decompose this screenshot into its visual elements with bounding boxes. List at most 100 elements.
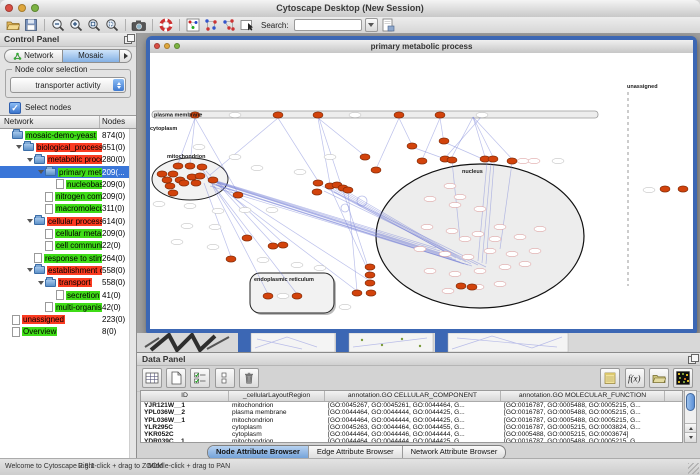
scrollbar-thumb[interactable] [686,393,695,411]
file-icon [34,253,42,263]
tree-row[interactable]: Overview8(0) [0,326,136,338]
column-header[interactable]: annotation.GO MOLECULAR_FUNCTION [501,391,665,401]
column-header[interactable]: ID [141,391,229,401]
unselect-all-attributes-button[interactable] [215,368,235,388]
chevron-down-icon [368,23,374,27]
tree-row[interactable]: transport558(0) [0,277,136,289]
select-all-attributes-button[interactable] [190,368,210,388]
minimized-window-fragment[interactable] [336,333,433,352]
tree-row[interactable]: metabolic process280(0) [0,154,136,166]
control-panel: Control Panel Network Mosaic Node color … [0,33,137,458]
attribute-label-button[interactable] [600,368,620,388]
tree-row[interactable]: biological_process651(0) [0,141,136,153]
svg-text:cytoplasm: cytoplasm [150,126,177,132]
tab-mosaic[interactable]: Mosaic [63,49,121,63]
table-cell: [GO:0016787, GO:0005215, GO:0003824, G..… [501,424,665,431]
layout-button-2[interactable] [221,18,237,33]
dropdown-stepper-icon [113,79,124,91]
zoom-fit-button[interactable] [86,18,102,33]
folder-icon [34,217,45,225]
window-title: Cytoscape Desktop (New Session) [0,3,700,13]
open-icon [6,18,20,32]
float-panel-icon[interactable] [124,36,132,44]
network-canvas[interactable]: plasma membranecytoplasmmitochondrionnuc… [150,53,693,329]
arrow-up-icon [689,427,693,430]
select-nodes-label: Select nodes [25,103,71,112]
delete-attribute-button[interactable] [239,368,259,388]
select-nodes-row: ✓ Select nodes [0,100,136,115]
file-icon [12,327,20,337]
table-row[interactable]: YPL036W__1mitochondrion[GO:0044464, GO:0… [141,417,682,424]
save-icon [24,18,38,32]
tree-row[interactable]: secretion41(0) [0,289,136,301]
tab-mosaic-label: Mosaic [78,49,103,63]
table-cell: [GO:0044464, GO:0044444, GO:0044425, G..… [325,438,501,443]
tree-row[interactable]: macromolecule311(0) [0,203,136,215]
minimized-window-fragment[interactable] [238,333,335,352]
tree-row[interactable]: multi-organism pro42(0) [0,301,136,313]
table-row[interactable]: YJR121W__1mitochondrion[GO:0045267, GO:0… [141,402,682,409]
resize-grip[interactable] [688,463,699,474]
import-attributes-button[interactable] [649,368,669,388]
column-header[interactable]: annotation.GO CELLULAR_COMPONENT [325,391,501,401]
table-cell: YDR039C__1 [141,438,229,443]
search-label: Search: [261,21,289,30]
vizmapper-button[interactable] [185,18,201,33]
node-color-dropdown[interactable]: transporter activity [10,77,126,93]
table-row[interactable]: YLR295Ccytoplasm[GO:0045263, GO:0044464,… [141,424,682,431]
layout-button-1[interactable] [203,18,219,33]
folder-icon [45,168,56,176]
function-builder-button[interactable]: f(x) [625,368,645,388]
tree-row[interactable]: cell communicat22(0) [0,240,136,252]
tree-header-nodes[interactable]: Nodes [100,116,136,128]
tree-row[interactable]: cellular process614(0) [0,215,136,227]
table-scrollbar[interactable] [684,390,697,443]
tabs-overflow-button[interactable] [120,49,132,63]
tree-row[interactable]: response to stimulu264(0) [0,252,136,264]
annotation-button[interactable] [239,18,255,33]
chevron-right-icon [124,53,128,59]
column-header[interactable]: _cellularLayoutRegion [229,391,325,401]
float-panel-icon[interactable] [688,356,696,364]
zoom-out-icon [51,18,65,32]
search-input[interactable] [294,19,362,31]
tree-row[interactable]: primary metabo209(... [0,166,136,178]
zoom-selected-button[interactable] [104,18,120,33]
save-session-button[interactable] [23,18,39,33]
tree-header: Network Nodes [0,115,136,129]
tree-row[interactable]: cellular metabo209(0) [0,227,136,239]
create-attribute-button[interactable] [166,368,186,388]
scroll-down-button[interactable] [685,432,696,442]
tree-row[interactable]: mosaic-demo-yeast874(0) [0,129,136,141]
tree-row[interactable]: unassigned223(0) [0,313,136,325]
snapshot-button[interactable] [131,18,147,33]
minimized-window-fragment[interactable] [435,333,568,352]
plugin-button[interactable] [380,18,396,33]
matrix-view-button[interactable] [673,368,693,388]
network-canvas-svg[interactable]: plasma membranecytoplasmmitochondrionnuc… [150,53,693,329]
tree-header-network[interactable]: Network [0,116,100,128]
select-nodes-checkbox[interactable]: ✓ [9,102,21,114]
tree-row[interactable]: nitrogen compo209(0) [0,190,136,202]
help-button[interactable] [158,18,174,33]
zoom-out-button[interactable] [50,18,66,33]
annotation-icon [240,18,254,32]
tab-network[interactable]: Network [4,49,63,63]
search-dropdown-button[interactable] [365,18,378,32]
folder-icon [34,266,45,274]
table-cell: [GO:0016787, GO:0005488, GO:0005215, G..… [501,409,665,416]
toolbar-separator [44,19,45,31]
table-row[interactable]: YDR039C__1mitochondrion[GO:0044464, GO:0… [141,438,682,443]
tree-scrollbar[interactable] [129,129,136,458]
table-row[interactable]: YKR052Ccytoplasm[GO:0044464, GO:0044446,… [141,431,682,438]
zoom-in-button[interactable] [68,18,84,33]
table-cell: plasma membrane [229,409,325,416]
network-window-titlebar[interactable]: primary metabolic process [150,40,693,54]
minimized-windows-strip[interactable] [137,333,700,352]
select-attributes-button[interactable] [142,368,162,388]
network-view-window[interactable]: primary metabolic process plasma membran… [146,36,697,333]
tree-row[interactable]: nucleobase-209(0) [0,178,136,190]
table-row[interactable]: YPL036W__2plasma membrane[GO:0044464, GO… [141,409,682,416]
open-session-button[interactable] [5,18,21,33]
tree-row[interactable]: establishment of lo558(0) [0,264,136,276]
